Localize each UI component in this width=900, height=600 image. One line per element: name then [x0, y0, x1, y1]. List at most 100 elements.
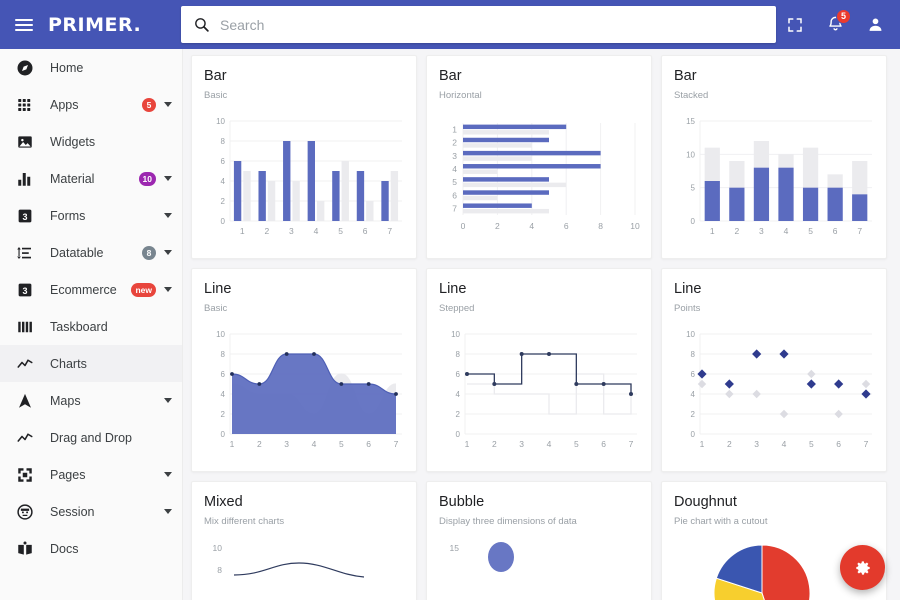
sidebar-item-home[interactable]: Home — [0, 49, 182, 86]
notifications-button[interactable]: 5 — [818, 8, 852, 42]
card-subtitle: Stacked — [674, 90, 874, 101]
chart-card-line-basic[interactable]: Line Basic 02468101234567 — [191, 268, 417, 472]
sidebar-item-charts[interactable]: Charts — [0, 345, 182, 382]
chevron-down-icon[interactable] — [164, 398, 172, 403]
chevron-down-icon[interactable] — [164, 472, 172, 477]
chevron-down-icon[interactable] — [164, 287, 172, 292]
card-subtitle: Horizontal — [439, 90, 639, 101]
svg-text:2: 2 — [221, 197, 226, 206]
card-subtitle: Basic — [204, 303, 404, 314]
app-header: PRIMER. 5 — [0, 0, 900, 49]
account-button[interactable] — [858, 8, 892, 42]
sidebar-item-label: Pages — [50, 468, 164, 482]
chart-card-bar-horizontal[interactable]: Bar Horizontal 02468101234567 — [426, 55, 652, 259]
svg-text:10: 10 — [630, 221, 640, 231]
hamburger-icon[interactable] — [0, 0, 44, 49]
trending-icon — [14, 427, 36, 449]
search-bar[interactable] — [181, 6, 776, 43]
sidebar-badge: 5 — [142, 98, 156, 112]
svg-text:2: 2 — [691, 410, 696, 419]
card-subtitle: Basic — [204, 90, 404, 101]
sidebar-item-label: Widgets — [50, 135, 172, 149]
svg-text:1: 1 — [465, 439, 470, 449]
svg-text:6: 6 — [363, 226, 368, 236]
pages-icon — [14, 464, 36, 486]
fullscreen-icon — [786, 16, 804, 34]
sidebar-item-pages[interactable]: Pages — [0, 456, 182, 493]
sidebar-item-label: Drag and Drop — [50, 431, 172, 445]
svg-text:3: 3 — [284, 439, 289, 449]
chevron-down-icon[interactable] — [164, 509, 172, 514]
chart-card-bar-basic[interactable]: Bar Basic 02468101234567 — [191, 55, 417, 259]
chart-card-bar-stacked[interactable]: Bar Stacked 0510151234567 — [661, 55, 887, 259]
card-title: Mixed — [204, 494, 404, 510]
svg-text:10: 10 — [216, 330, 225, 339]
svg-text:10: 10 — [216, 117, 225, 126]
chart-card-mixed[interactable]: Mixed Mix different charts 108 — [191, 481, 417, 600]
svg-text:6: 6 — [691, 370, 696, 379]
svg-text:4: 4 — [784, 226, 789, 236]
svg-text:6: 6 — [564, 221, 569, 231]
settings-fab-button[interactable] — [840, 545, 885, 590]
chevron-down-icon[interactable] — [164, 176, 172, 181]
card-subtitle: Stepped — [439, 303, 639, 314]
card-subtitle: Points — [674, 303, 874, 314]
svg-text:4: 4 — [691, 390, 696, 399]
card-subtitle: Mix different charts — [204, 516, 404, 527]
chart-card-bubble[interactable]: Bubble Display three dimensions of data … — [426, 481, 652, 600]
svg-text:5: 5 — [808, 226, 813, 236]
svg-text:2: 2 — [452, 138, 457, 148]
chevron-down-icon[interactable] — [164, 250, 172, 255]
svg-text:4: 4 — [314, 226, 319, 236]
header-actions: 5 — [778, 0, 892, 49]
svg-text:0: 0 — [456, 430, 461, 439]
chart-card-line-points[interactable]: Line Points 02468101234567 — [661, 268, 887, 472]
chevron-down-icon[interactable] — [164, 213, 172, 218]
fullscreen-button[interactable] — [778, 8, 812, 42]
sidebar-item-session[interactable]: Session — [0, 493, 182, 530]
svg-text:15: 15 — [686, 117, 695, 126]
chart-line-points: 02468101234567 — [674, 328, 874, 463]
svg-text:5: 5 — [338, 226, 343, 236]
svg-text:3: 3 — [289, 226, 294, 236]
card-title: Line — [204, 281, 404, 297]
person-circle-icon — [14, 501, 36, 523]
app-root: PRIMER. 5 — [0, 0, 900, 600]
sidebar-item-datatable[interactable]: Datatable8 — [0, 234, 182, 271]
card-title: Bar — [439, 68, 639, 84]
card-title: Bubble — [439, 494, 639, 510]
svg-text:0: 0 — [691, 217, 696, 226]
svg-text:6: 6 — [836, 439, 841, 449]
sidebar-item-material[interactable]: Material10 — [0, 160, 182, 197]
sidebar-item-drag-and-drop[interactable]: Drag and Drop — [0, 419, 182, 456]
svg-text:1: 1 — [710, 226, 715, 236]
sidebar-item-taskboard[interactable]: Taskboard — [0, 308, 182, 345]
chart-card-line-stepped[interactable]: Line Stepped 02468101234567 — [426, 268, 652, 472]
svg-text:4: 4 — [782, 439, 787, 449]
svg-text:2: 2 — [492, 439, 497, 449]
chevron-down-icon[interactable] — [164, 102, 172, 107]
sidebar-item-ecommerce[interactable]: 3Ecommercenew — [0, 271, 182, 308]
bar-chart-icon — [14, 168, 36, 190]
svg-text:3: 3 — [519, 439, 524, 449]
sidebar-nav: HomeApps5 Widgets Material103FormsDatatabl… — [0, 49, 182, 567]
svg-text:6: 6 — [221, 157, 226, 166]
sidebar-item-label: Ecommerce — [50, 283, 131, 297]
svg-text:2: 2 — [727, 439, 732, 449]
book-icon — [14, 538, 36, 560]
svg-text:3: 3 — [754, 439, 759, 449]
svg-text:8: 8 — [217, 565, 222, 575]
sidebar-item-widgets[interactable]: Widgets — [0, 123, 182, 160]
sidebar-item-docs[interactable]: Docs — [0, 530, 182, 567]
chart-line-basic: 02468101234567 — [204, 328, 404, 463]
svg-text:2: 2 — [495, 221, 500, 231]
sidebar-item-apps[interactable]: Apps5 — [0, 86, 182, 123]
search-input[interactable] — [220, 17, 760, 33]
sidebar-item-maps[interactable]: Maps — [0, 382, 182, 419]
compass-icon — [14, 57, 36, 79]
svg-text:3: 3 — [22, 211, 27, 221]
sidebar-item-forms[interactable]: 3Forms — [0, 197, 182, 234]
svg-text:7: 7 — [864, 439, 869, 449]
svg-text:4: 4 — [529, 221, 534, 231]
svg-text:2: 2 — [734, 226, 739, 236]
